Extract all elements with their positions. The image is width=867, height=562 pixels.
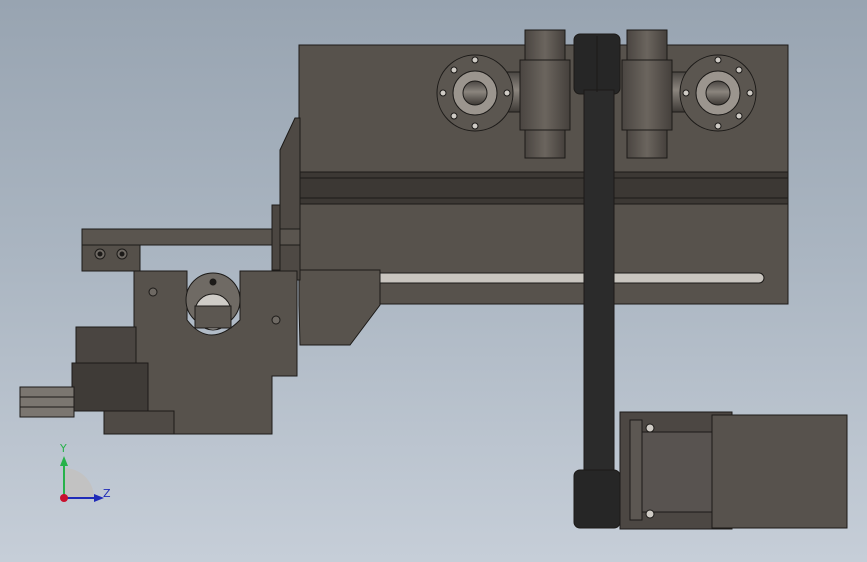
right-pillow-block[interactable] bbox=[621, 29, 673, 159]
triad-y-label: Y bbox=[60, 442, 67, 455]
plate-rail bbox=[298, 171, 789, 205]
vertical-plate bbox=[279, 117, 301, 281]
cylinder-block bbox=[75, 326, 137, 364]
cad-model-drawing[interactable] bbox=[0, 0, 867, 562]
motor-icon[interactable] bbox=[619, 411, 848, 530]
left-pillow-block[interactable] bbox=[519, 29, 571, 159]
view-orientation-triad-icon[interactable] bbox=[60, 456, 104, 502]
arm-block bbox=[81, 244, 141, 272]
left-flange-bearing[interactable] bbox=[436, 54, 514, 132]
triad-z-label: Z bbox=[103, 487, 111, 500]
horizontal-arm[interactable] bbox=[81, 228, 301, 246]
right-flange-bearing[interactable] bbox=[679, 54, 757, 132]
3d-model-viewport[interactable]: Y Z bbox=[0, 0, 867, 562]
adjust-slot bbox=[322, 272, 765, 284]
cylinder-rod bbox=[19, 386, 75, 418]
